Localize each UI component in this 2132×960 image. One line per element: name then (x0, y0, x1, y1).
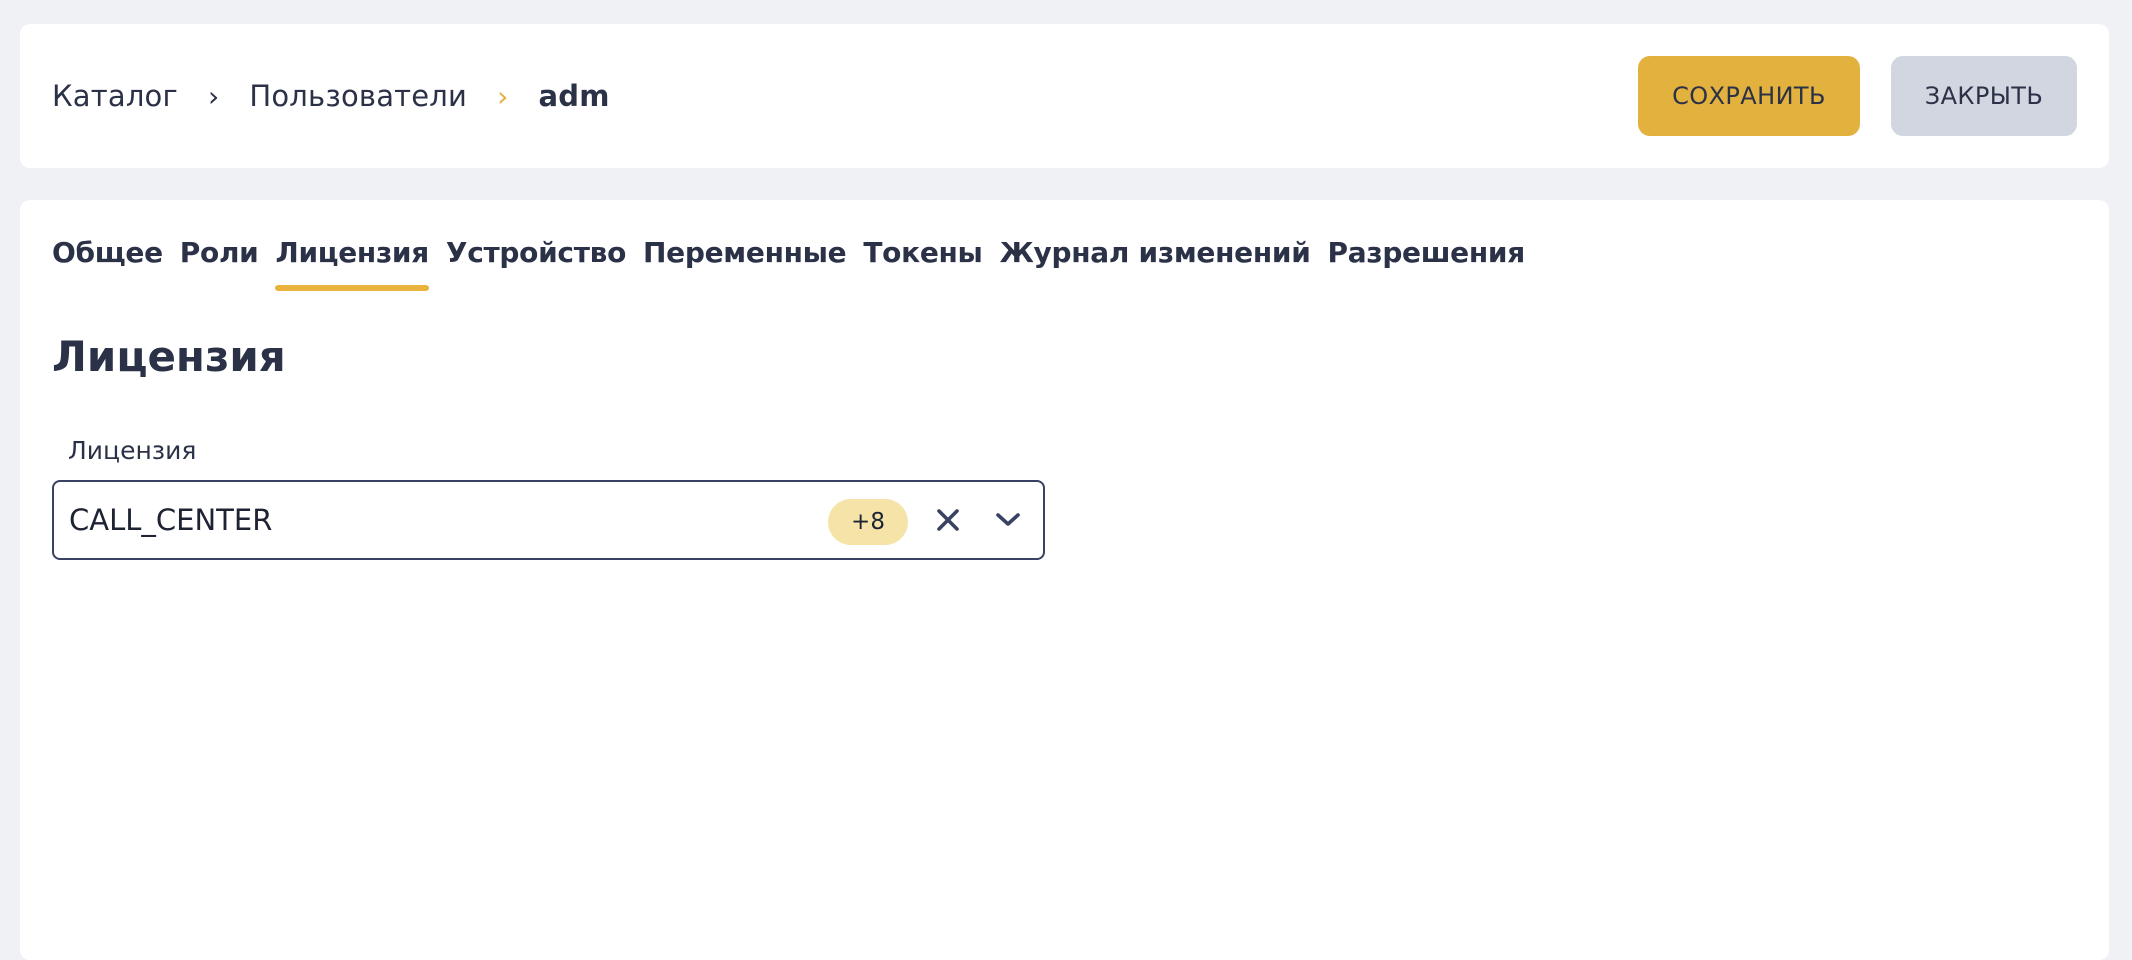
close-button[interactable]: ЗАКРЫТЬ (1891, 56, 2077, 136)
tab-general[interactable]: Общее (52, 236, 163, 291)
breadcrumb-item-current: adm (538, 79, 610, 113)
tab-permissions[interactable]: Разрешения (1328, 236, 1526, 291)
chevron-down-icon[interactable] (990, 502, 1026, 538)
breadcrumb-item-users[interactable]: Пользователи (249, 79, 467, 113)
more-count-badge[interactable]: +8 (828, 499, 908, 545)
license-field-label: Лицензия (68, 436, 197, 465)
close-icon[interactable] (930, 502, 966, 538)
license-select[interactable]: CALL_CENTER +8 (52, 480, 1045, 560)
tab-license[interactable]: Лицензия (275, 236, 430, 291)
main-panel: Общее Роли Лицензия Устройство Переменны… (20, 200, 2109, 960)
tab-roles[interactable]: Роли (180, 236, 259, 291)
license-select-value: CALL_CENTER (69, 503, 273, 537)
tab-device[interactable]: Устройство (446, 236, 626, 291)
breadcrumb-item-catalog[interactable]: Каталог (52, 79, 178, 113)
breadcrumb: Каталог › Пользователи › adm (52, 24, 610, 168)
section-title: Лицензия (52, 332, 286, 381)
top-bar: Каталог › Пользователи › adm СОХРАНИТЬ З… (20, 24, 2109, 168)
chevron-right-icon: › (207, 79, 220, 113)
save-button[interactable]: СОХРАНИТЬ (1638, 56, 1860, 136)
tab-bar: Общее Роли Лицензия Устройство Переменны… (52, 236, 1542, 291)
tab-variables[interactable]: Переменные (643, 236, 847, 291)
tab-tokens[interactable]: Токены (863, 236, 983, 291)
tab-change-log[interactable]: Журнал изменений (1000, 236, 1311, 291)
chevron-right-icon: › (497, 79, 509, 113)
